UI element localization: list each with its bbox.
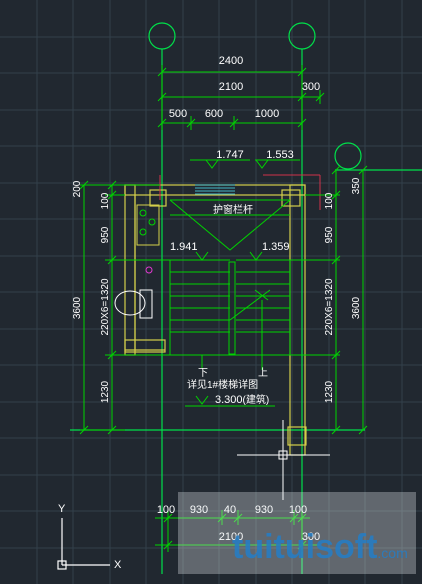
dim-600: 600	[205, 108, 223, 120]
elevation-mid-left: 1.941	[170, 241, 198, 253]
bathroom-fixtures	[114, 204, 160, 319]
label-down: 下	[198, 368, 208, 379]
right-dim-outer: 3600	[351, 296, 362, 319]
crosshair-cursor	[237, 420, 330, 500]
dim-2100-top: 2100	[219, 81, 243, 93]
label-detail-ref: 详见1#楼梯详图	[187, 378, 258, 391]
left-dim-200: 200	[72, 180, 83, 197]
stair-plan-drawing: 2400 2100 300 500 600 1000 1.747 1.553 1…	[0, 0, 422, 584]
right-dim-1230: 1230	[324, 380, 335, 403]
elevation-landing: 3.300(建筑)	[215, 393, 269, 406]
dim-1000: 1000	[255, 108, 279, 120]
window-frame	[195, 184, 235, 195]
dim-300-top: 300	[302, 81, 320, 93]
elevation-mid-right: 1.359	[262, 241, 290, 253]
elevation-top-left: 1.747	[216, 149, 244, 161]
ucs-icon	[57, 518, 110, 570]
ucs-x-label: X	[114, 559, 122, 571]
elevation-top-right: 1.553	[266, 149, 294, 161]
right-dim-100: 100	[324, 192, 335, 209]
axis-lines	[70, 22, 422, 574]
left-dim-1320: 220X6=1320	[100, 278, 111, 335]
right-dim-350: 350	[351, 177, 362, 194]
dim-500: 500	[169, 108, 187, 120]
stair-treads	[169, 199, 291, 370]
label-up: 上	[258, 367, 268, 379]
left-dim-100: 100	[100, 192, 111, 209]
label-railing: 护窗栏杆	[213, 203, 253, 216]
left-dim-950: 950	[100, 226, 111, 243]
left-dim-1230: 1230	[100, 380, 111, 403]
cad-drawing-canvas[interactable]: 2400 2100 300 500 600 1000 1.747 1.553 1…	[0, 0, 422, 584]
left-dim-outer: 3600	[72, 296, 83, 319]
watermark: tuituisoft.com	[178, 492, 416, 574]
right-dim-1320: 220X6=1320	[324, 278, 335, 335]
bottom-dim-100-a: 100	[157, 504, 175, 516]
right-dim-950: 950	[324, 226, 335, 243]
dim-overall-top: 2400	[219, 55, 243, 67]
ucs-y-label: Y	[58, 503, 66, 515]
